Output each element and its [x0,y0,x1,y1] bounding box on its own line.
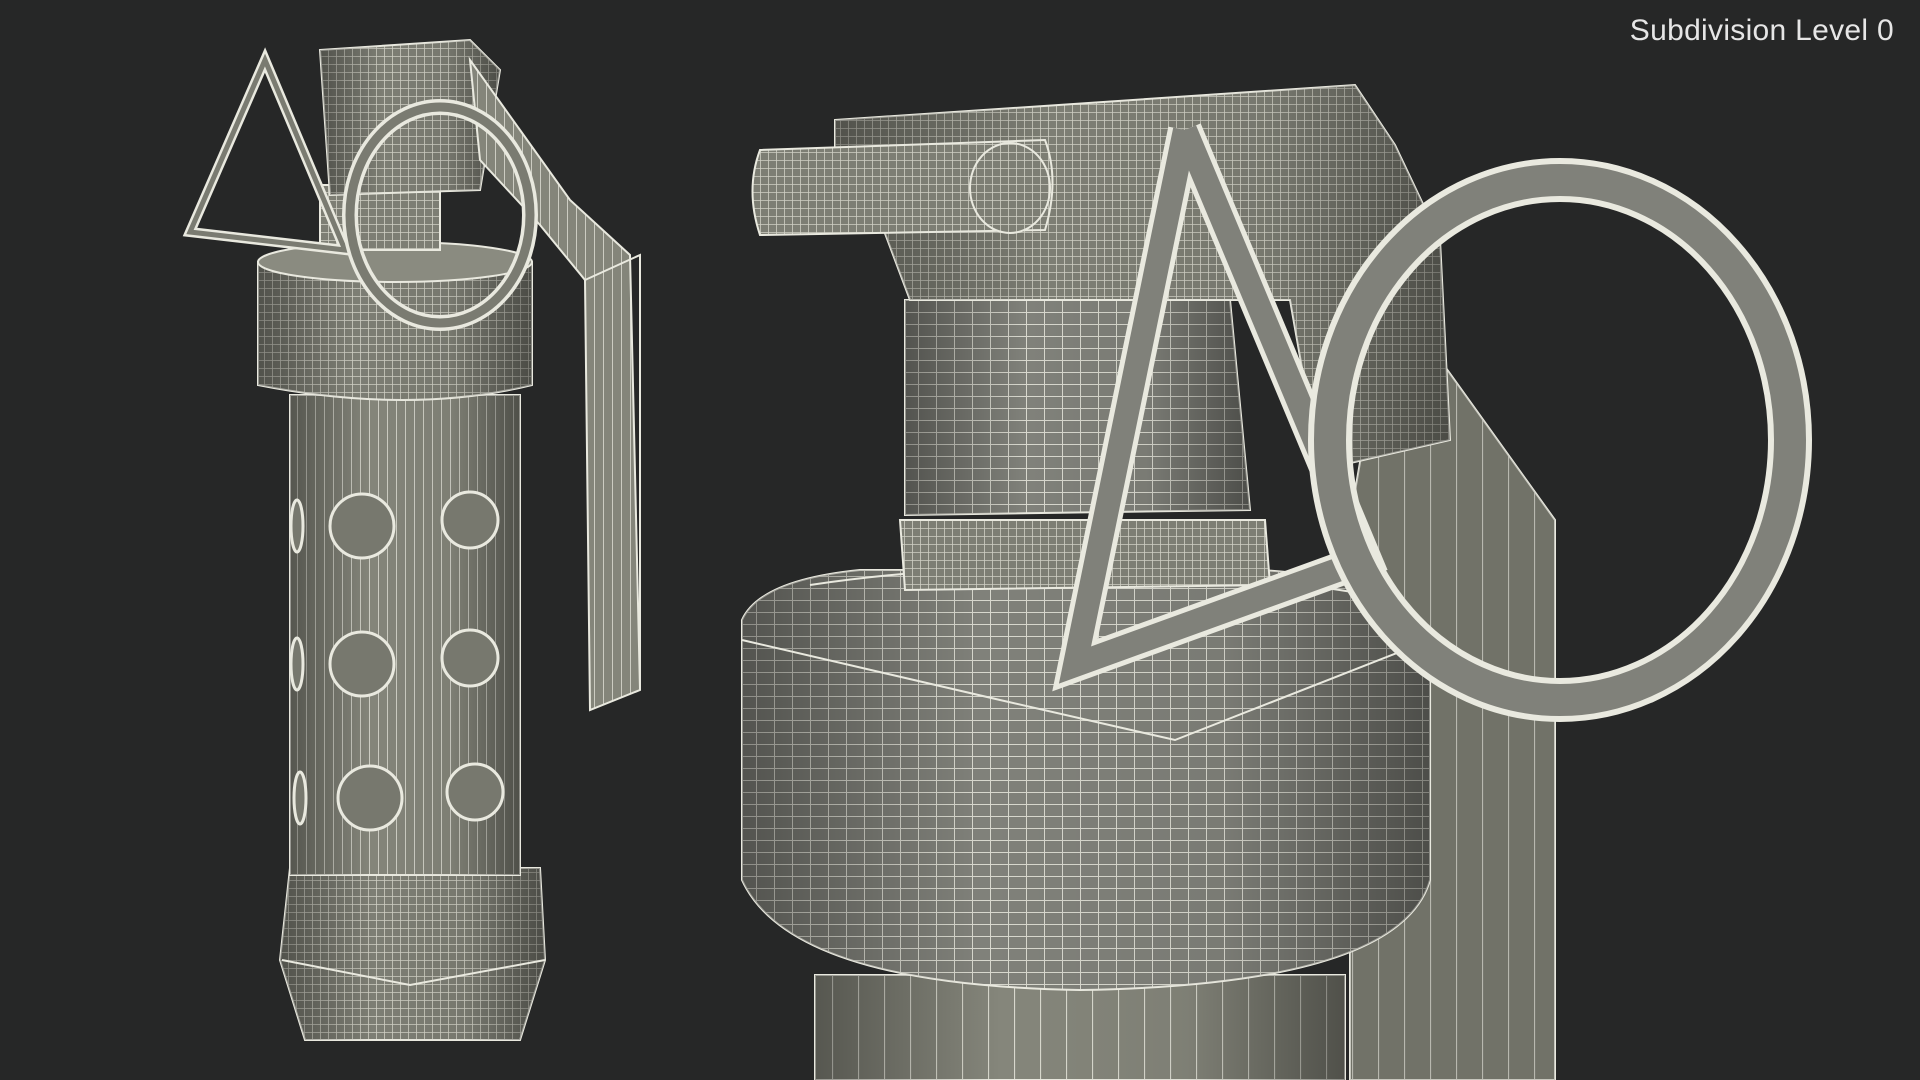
subdivision-level-label: Subdivision Level 0 [1629,14,1894,47]
perforated-body [289,394,521,876]
upper-cap [257,241,533,401]
bottom-cap [278,867,547,1041]
viewport-3d[interactable]: Subdivision Level 0 [0,0,1920,1080]
grenade-closeup-view [741,83,1812,1080]
grenade-full-view [182,38,642,1041]
render-canvas [182,38,1812,1080]
